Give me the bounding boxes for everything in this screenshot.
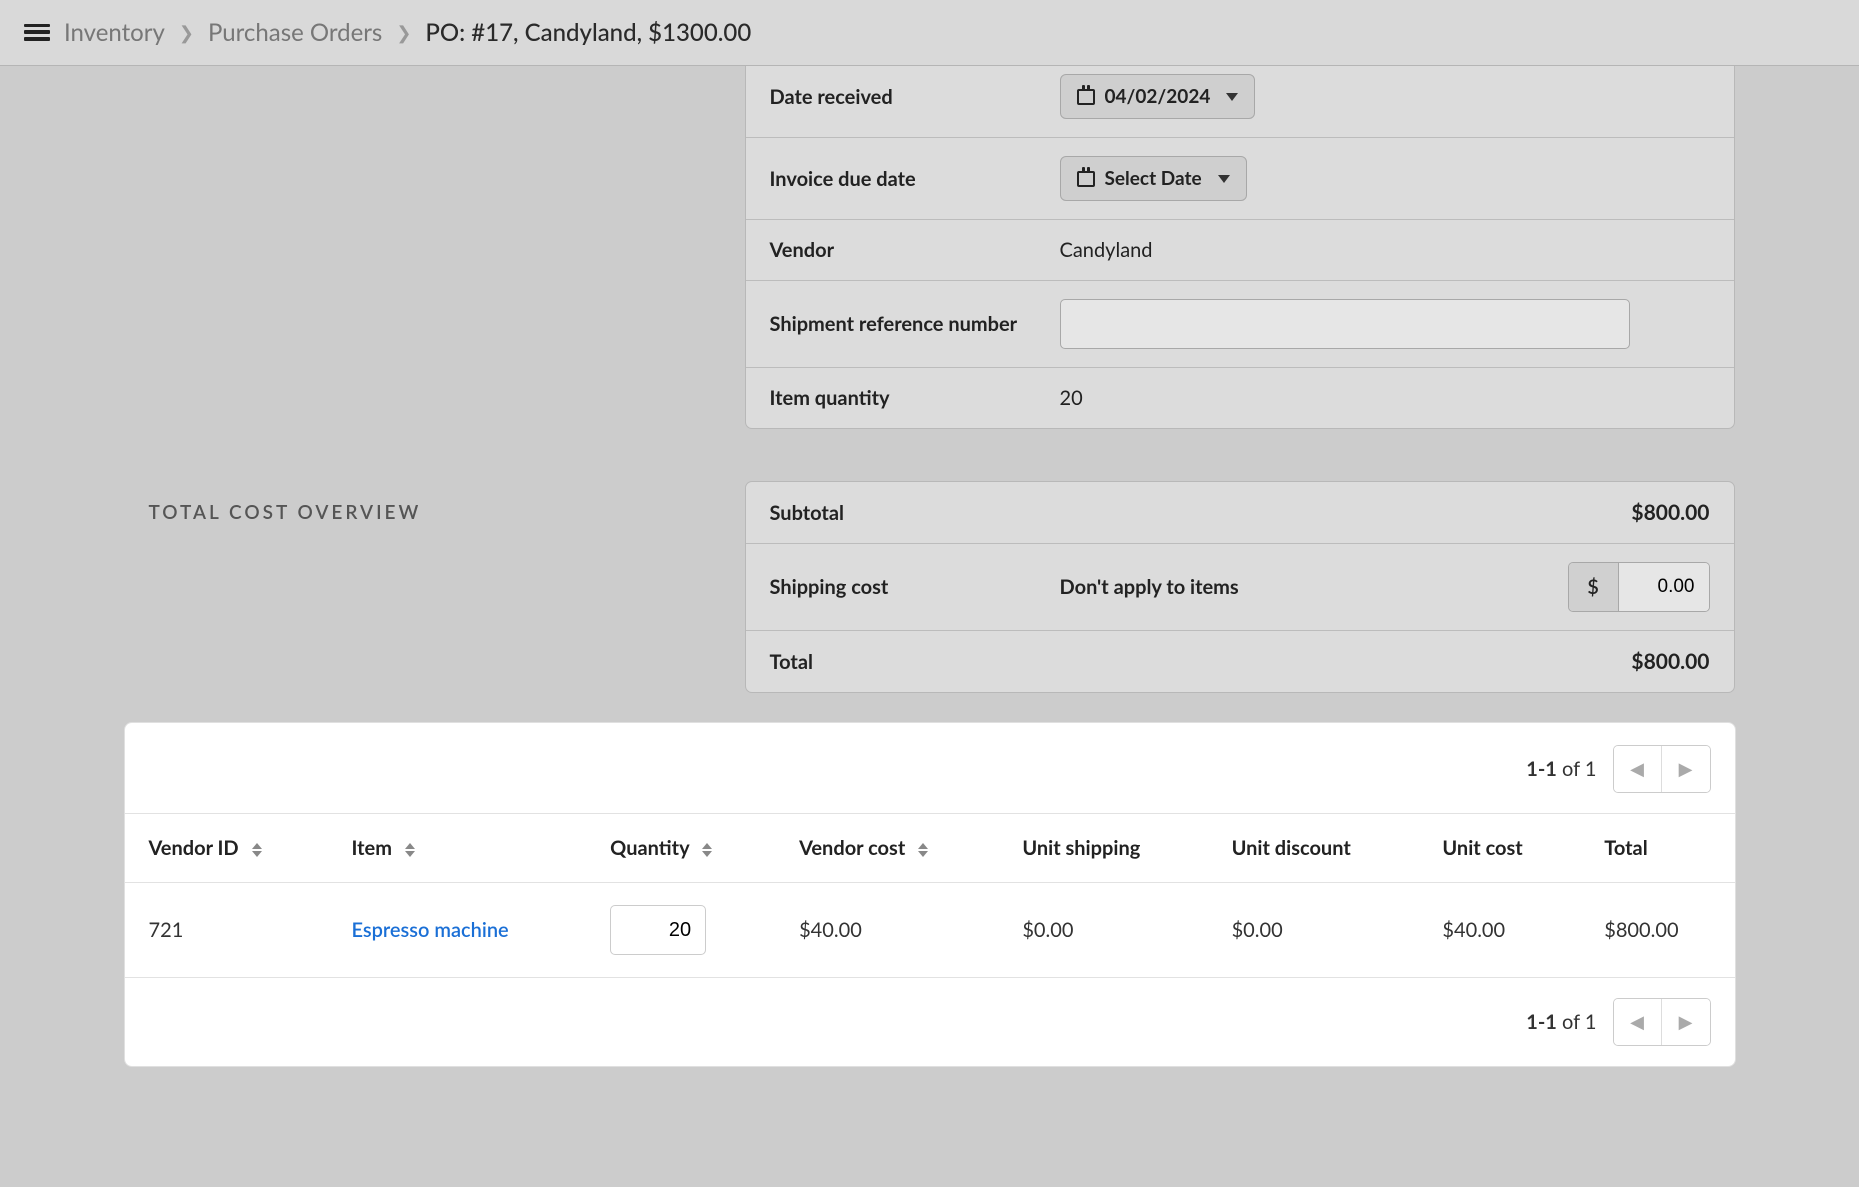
pager-text: 1-1 of 1 <box>1526 1010 1596 1034</box>
col-vendor-id[interactable]: Vendor ID <box>125 814 328 883</box>
col-vendor-cost[interactable]: Vendor cost <box>775 814 998 883</box>
item-link[interactable]: Espresso machine <box>352 918 509 942</box>
caret-down-icon <box>1218 175 1230 183</box>
pager-bottom: 1-1 of 1 ◀ ▶ <box>125 977 1735 1066</box>
shipping-cost-input[interactable] <box>1619 563 1709 611</box>
date-received-value: 04/02/2024 <box>1105 85 1211 108</box>
breadcrumb-purchase-orders[interactable]: Purchase Orders <box>208 18 382 47</box>
sort-icon <box>252 843 262 857</box>
pager-prev-button[interactable]: ◀ <box>1614 746 1662 792</box>
cell-vendor-id: 721 <box>125 883 328 978</box>
row-subtotal: Subtotal $800.00 <box>746 482 1734 544</box>
chevron-right-icon: ❯ <box>396 21 411 44</box>
cell-unit-discount: $0.00 <box>1208 883 1419 978</box>
col-unit-cost: Unit cost <box>1418 814 1580 883</box>
cell-unit-cost: $40.00 <box>1418 883 1580 978</box>
label-shipping: Shipping cost <box>770 575 1060 599</box>
label-total: Total <box>770 650 1060 674</box>
table-row: 721 Espresso machine $40.00 $0.00 $0.00 … <box>125 883 1735 978</box>
table-header-row: Vendor ID Item Quantity Vendor cost <box>125 814 1735 883</box>
totals-card: Subtotal $800.00 Shipping cost Don't app… <box>745 481 1735 693</box>
value-item-qty: 20 <box>1060 386 1710 410</box>
pager-top: 1-1 of 1 ◀ ▶ <box>125 725 1735 813</box>
currency-symbol: $ <box>1569 563 1619 611</box>
label-vendor: Vendor <box>770 238 1060 262</box>
col-quantity[interactable]: Quantity <box>586 814 775 883</box>
label-invoice-due: Invoice due date <box>770 167 1060 191</box>
section-title-totals: TOTAL COST OVERVIEW <box>149 501 681 524</box>
row-invoice-due: Invoice due date Select Date <box>746 138 1734 220</box>
po-details-card: Date received 04/02/2024 Invoice due dat… <box>745 66 1735 429</box>
date-received-picker[interactable]: 04/02/2024 <box>1060 74 1256 119</box>
cell-vendor-cost: $40.00 <box>775 883 998 978</box>
row-shipment-ref: Shipment reference number <box>746 281 1734 368</box>
row-vendor: Vendor Candyland <box>746 220 1734 281</box>
row-shipping: Shipping cost Don't apply to items $ <box>746 544 1734 631</box>
items-panel: 1-1 of 1 ◀ ▶ Vendor ID Item <box>125 723 1735 1066</box>
calendar-icon <box>1077 171 1095 187</box>
label-item-qty: Item quantity <box>770 386 1060 410</box>
label-date-received: Date received <box>770 85 1060 109</box>
label-shipment-ref: Shipment reference number <box>770 311 1060 337</box>
pager-prev-button[interactable]: ◀ <box>1614 999 1662 1045</box>
breadcrumb-inventory[interactable]: Inventory <box>64 18 165 47</box>
quantity-input[interactable] <box>610 905 706 955</box>
inventory-icon <box>24 24 50 41</box>
row-item-qty: Item quantity 20 <box>746 368 1734 428</box>
pager-text: 1-1 of 1 <box>1526 757 1596 781</box>
col-item[interactable]: Item <box>328 814 587 883</box>
cell-total: $800.00 <box>1580 883 1734 978</box>
sort-icon <box>918 843 928 857</box>
caret-down-icon <box>1226 93 1238 101</box>
value-vendor: Candyland <box>1060 238 1710 262</box>
pager-next-button[interactable]: ▶ <box>1662 746 1710 792</box>
shipment-ref-input[interactable] <box>1060 299 1630 349</box>
breadcrumb-bar: Inventory ❯ Purchase Orders ❯ PO: #17, C… <box>0 0 1859 66</box>
col-unit-shipping: Unit shipping <box>998 814 1207 883</box>
row-total: Total $800.00 <box>746 631 1734 692</box>
breadcrumb-current: PO: #17, Candyland, $1300.00 <box>425 18 751 47</box>
shipping-cost-input-group: $ <box>1568 562 1710 612</box>
value-total: $800.00 <box>1060 649 1710 674</box>
invoice-due-value: Select Date <box>1105 167 1202 190</box>
value-subtotal: $800.00 <box>1060 500 1710 525</box>
shipping-note: Don't apply to items <box>1060 575 1239 599</box>
sort-icon <box>702 843 712 857</box>
pager-next-button[interactable]: ▶ <box>1662 999 1710 1045</box>
items-table: Vendor ID Item Quantity Vendor cost <box>125 813 1735 977</box>
calendar-icon <box>1077 89 1095 105</box>
sort-icon <box>405 843 415 857</box>
label-subtotal: Subtotal <box>770 501 1060 525</box>
col-total: Total <box>1580 814 1734 883</box>
row-date-received: Date received 04/02/2024 <box>746 66 1734 138</box>
invoice-due-picker[interactable]: Select Date <box>1060 156 1247 201</box>
col-unit-discount: Unit discount <box>1208 814 1419 883</box>
chevron-right-icon: ❯ <box>179 21 194 44</box>
cell-unit-shipping: $0.00 <box>998 883 1207 978</box>
